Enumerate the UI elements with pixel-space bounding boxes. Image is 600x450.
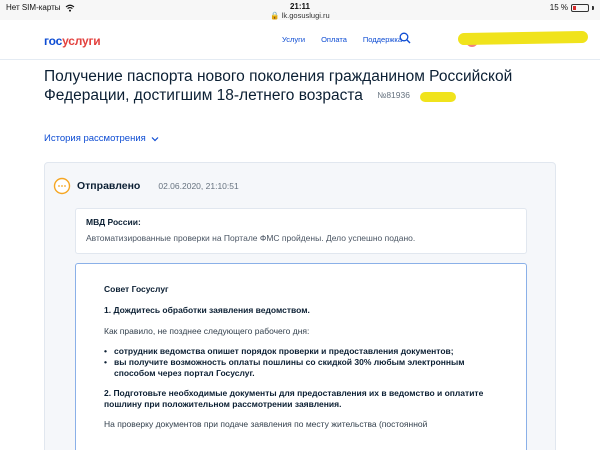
list-item: вы получите возможность оплаты пошлины с… (104, 357, 498, 379)
advice-step-2: 2. Подготовьте необходимые документы для… (104, 388, 484, 409)
main-nav: Услуги Оплата Поддержка (282, 35, 402, 44)
mvd-text: Автоматизированные проверки на Портале Ф… (86, 233, 416, 243)
page-title: Получение паспорта нового поколения граж… (44, 68, 544, 105)
url-text: lk.gosuslugi.ru (281, 11, 330, 20)
logo-part-gos: гос (44, 34, 63, 48)
advice-title: Совет Госуслуг (104, 284, 169, 294)
advice-bullets: сотрудник ведомства опишет порядок прове… (104, 346, 498, 379)
nav-payment[interactable]: Оплата (321, 35, 347, 44)
battery-tip (592, 5, 594, 10)
ios-status-bar: Нет SIM-карты 21:11 🔒 lk.gosuslugi.ru 15… (0, 0, 600, 20)
username-redaction (457, 30, 589, 46)
clock-icon (53, 177, 71, 195)
clock-time: 21:11 (289, 2, 311, 11)
status-row: Отправлено 02.06.2020, 21:10:51 (53, 177, 239, 195)
advice-paragraph-2: На проверку документов при подаче заявле… (104, 419, 428, 429)
list-item: сотрудник ведомства опишет порядок прове… (104, 346, 498, 357)
history-link[interactable]: История рассмотрения (44, 133, 146, 144)
battery-percent: 15 % (549, 3, 568, 12)
site-header: госуслуги Услуги Оплата Поддержка (0, 20, 600, 60)
mvd-title: МВД России: (86, 217, 141, 227)
nav-support[interactable]: Поддержка (363, 35, 402, 44)
battery-icon (571, 3, 589, 12)
number-redaction (420, 92, 456, 102)
status-label: Отправлено (77, 180, 141, 192)
address-bar-url[interactable]: 🔒 lk.gosuslugi.ru (0, 11, 600, 20)
status-date: 02.06.2020, 21:10:51 (158, 181, 239, 191)
advice-step-1: 1. Дождитесь обработки заявления ведомст… (104, 305, 310, 315)
lock-icon: 🔒 (270, 11, 280, 20)
status-right: 15 % (550, 3, 594, 12)
history-toggle[interactable]: История рассмотрения (44, 133, 159, 144)
nav-services[interactable]: Услуги (282, 35, 305, 44)
application-number: №81936 (377, 90, 410, 100)
gosuslugi-logo[interactable]: госуслуги (44, 34, 101, 48)
advice-box: Совет Госуслуг 1. Дождитесь обработки за… (75, 263, 527, 450)
logo-part-uslugi: услуги (62, 34, 101, 48)
mvd-message: МВД России: Автоматизированные проверки … (75, 208, 527, 254)
search-icon[interactable] (399, 32, 411, 44)
chevron-down-icon (151, 136, 159, 141)
advice-paragraph-1: Как правило, не позднее следующего рабоч… (104, 326, 310, 336)
status-card: Отправлено 02.06.2020, 21:10:51 МВД Росс… (44, 162, 556, 450)
